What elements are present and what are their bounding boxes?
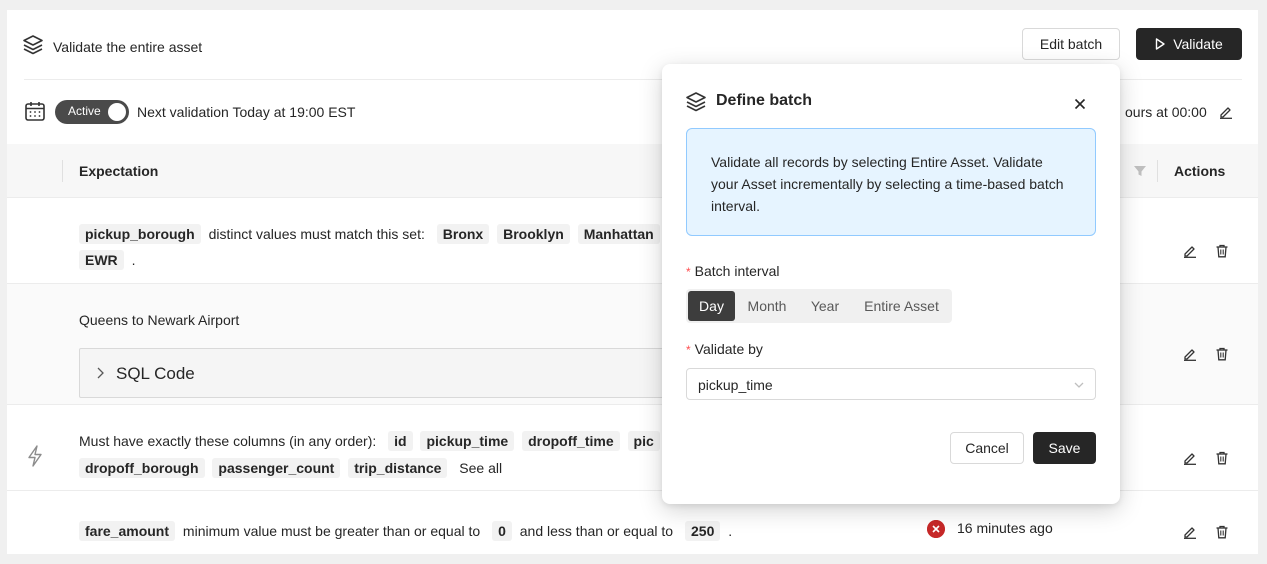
chevron-down-icon — [1074, 382, 1084, 388]
filter-icon[interactable] — [1133, 164, 1147, 178]
column-tag: trip_distance — [348, 458, 448, 478]
column-tag: id — [388, 431, 413, 451]
segment-option-month[interactable]: Month — [737, 291, 797, 321]
edit-schedule-icon[interactable] — [1219, 105, 1233, 119]
expectation-end: . — [131, 252, 136, 268]
expectation-text: distinct values must match this set: — [208, 226, 425, 242]
delete-icon[interactable] — [1215, 347, 1229, 361]
close-icon[interactable] — [1072, 96, 1088, 112]
header-separator — [1157, 160, 1158, 182]
cancel-button[interactable]: Cancel — [950, 432, 1024, 464]
column-tag: dropoff_time — [522, 431, 620, 451]
expectation-line: pickup_borough distinct values must matc… — [79, 224, 664, 244]
column-tag: pickup_borough — [79, 224, 201, 244]
edit-icon[interactable] — [1183, 451, 1197, 465]
define-batch-modal: Define batch Validate all records by sel… — [662, 64, 1120, 504]
value-tag: Bronx — [436, 224, 490, 244]
delete-icon[interactable] — [1215, 525, 1229, 539]
expectation-end: . — [728, 523, 733, 539]
batch-interval-label: * Batch interval — [686, 263, 780, 279]
info-banner: Validate all records by selecting Entire… — [686, 128, 1096, 236]
segment-option-entire-asset[interactable]: Entire Asset — [853, 291, 950, 321]
value-tag: EWR — [79, 250, 124, 270]
layers-icon — [686, 92, 706, 112]
status-time: 16 minutes ago — [957, 520, 1053, 536]
expectation-line: dropoff_borough passenger_count trip_dis… — [79, 458, 510, 478]
modal-title: Define batch — [716, 92, 813, 109]
validate-by-label-text: Validate by — [694, 341, 763, 357]
validate-by-value: pickup_time — [698, 377, 773, 393]
expectation-text: and less than or equal to — [519, 523, 674, 539]
schedule-frequency-text: ours at 00:00 — [1125, 104, 1207, 120]
edit-icon[interactable] — [1183, 244, 1197, 258]
expectation-text: minimum value must be greater than or eq… — [182, 523, 481, 539]
edit-batch-button[interactable]: Edit batch — [1022, 28, 1120, 60]
delete-icon[interactable] — [1215, 451, 1229, 465]
layers-icon — [23, 35, 43, 55]
edit-icon[interactable] — [1183, 347, 1197, 361]
lightning-icon — [28, 445, 42, 467]
expectation-line: fare_amount minimum value must be greate… — [79, 521, 740, 541]
delete-icon[interactable] — [1215, 244, 1229, 258]
batch-interval-segmented: Day Month Year Entire Asset — [686, 289, 952, 323]
value-tag: 250 — [685, 521, 721, 541]
validate-button[interactable]: Validate — [1136, 28, 1242, 60]
value-tag: Manhattan — [577, 224, 660, 244]
expectation-line: Must have exactly these columns (in any … — [79, 431, 664, 451]
validate-by-select[interactable]: pickup_time — [686, 368, 1096, 400]
expectation-title: Queens to Newark Airport — [79, 312, 240, 328]
save-button[interactable]: Save — [1033, 432, 1096, 464]
asset-title: Validate the entire asset — [53, 39, 203, 55]
play-icon — [1156, 38, 1165, 50]
required-mark: * — [686, 343, 691, 357]
column-tag: pickup_time — [420, 431, 515, 451]
expectation-text: Must have exactly these columns (in any … — [79, 433, 377, 449]
value-tag: 0 — [492, 521, 512, 541]
column-tag: pic — [627, 431, 660, 451]
next-validation-text: Next validation Today at 19:00 EST — [137, 104, 356, 120]
sql-code-label: SQL Code — [116, 364, 195, 383]
toggle-label: Active — [68, 104, 101, 118]
expectation-line: EWR . — [79, 250, 143, 270]
chevron-right-icon — [97, 367, 104, 379]
batch-interval-label-text: Batch interval — [694, 263, 780, 279]
column-header-expectation: Expectation — [79, 163, 159, 179]
column-tag: passenger_count — [212, 458, 341, 478]
column-tag: fare_amount — [79, 521, 176, 541]
validate-button-label: Validate — [1173, 36, 1223, 52]
header-separator — [62, 160, 63, 182]
segment-option-year[interactable]: Year — [799, 291, 851, 321]
toggle-knob — [108, 103, 126, 121]
see-all-link[interactable]: See all — [459, 460, 502, 476]
required-mark: * — [686, 265, 691, 279]
value-tag: Brooklyn — [497, 224, 570, 244]
error-icon — [927, 520, 945, 538]
sql-code-collapse[interactable]: SQL Code — [79, 348, 719, 398]
expectation-line: Queens to Newark Airport — [79, 312, 247, 328]
segment-option-day[interactable]: Day — [688, 291, 735, 321]
column-header-actions: Actions — [1174, 163, 1226, 179]
column-tag: dropoff_borough — [79, 458, 205, 478]
schedule-toggle[interactable]: Active — [55, 100, 129, 124]
validate-by-label: * Validate by — [686, 341, 763, 357]
calendar-icon — [25, 102, 45, 121]
edit-icon[interactable] — [1183, 525, 1197, 539]
